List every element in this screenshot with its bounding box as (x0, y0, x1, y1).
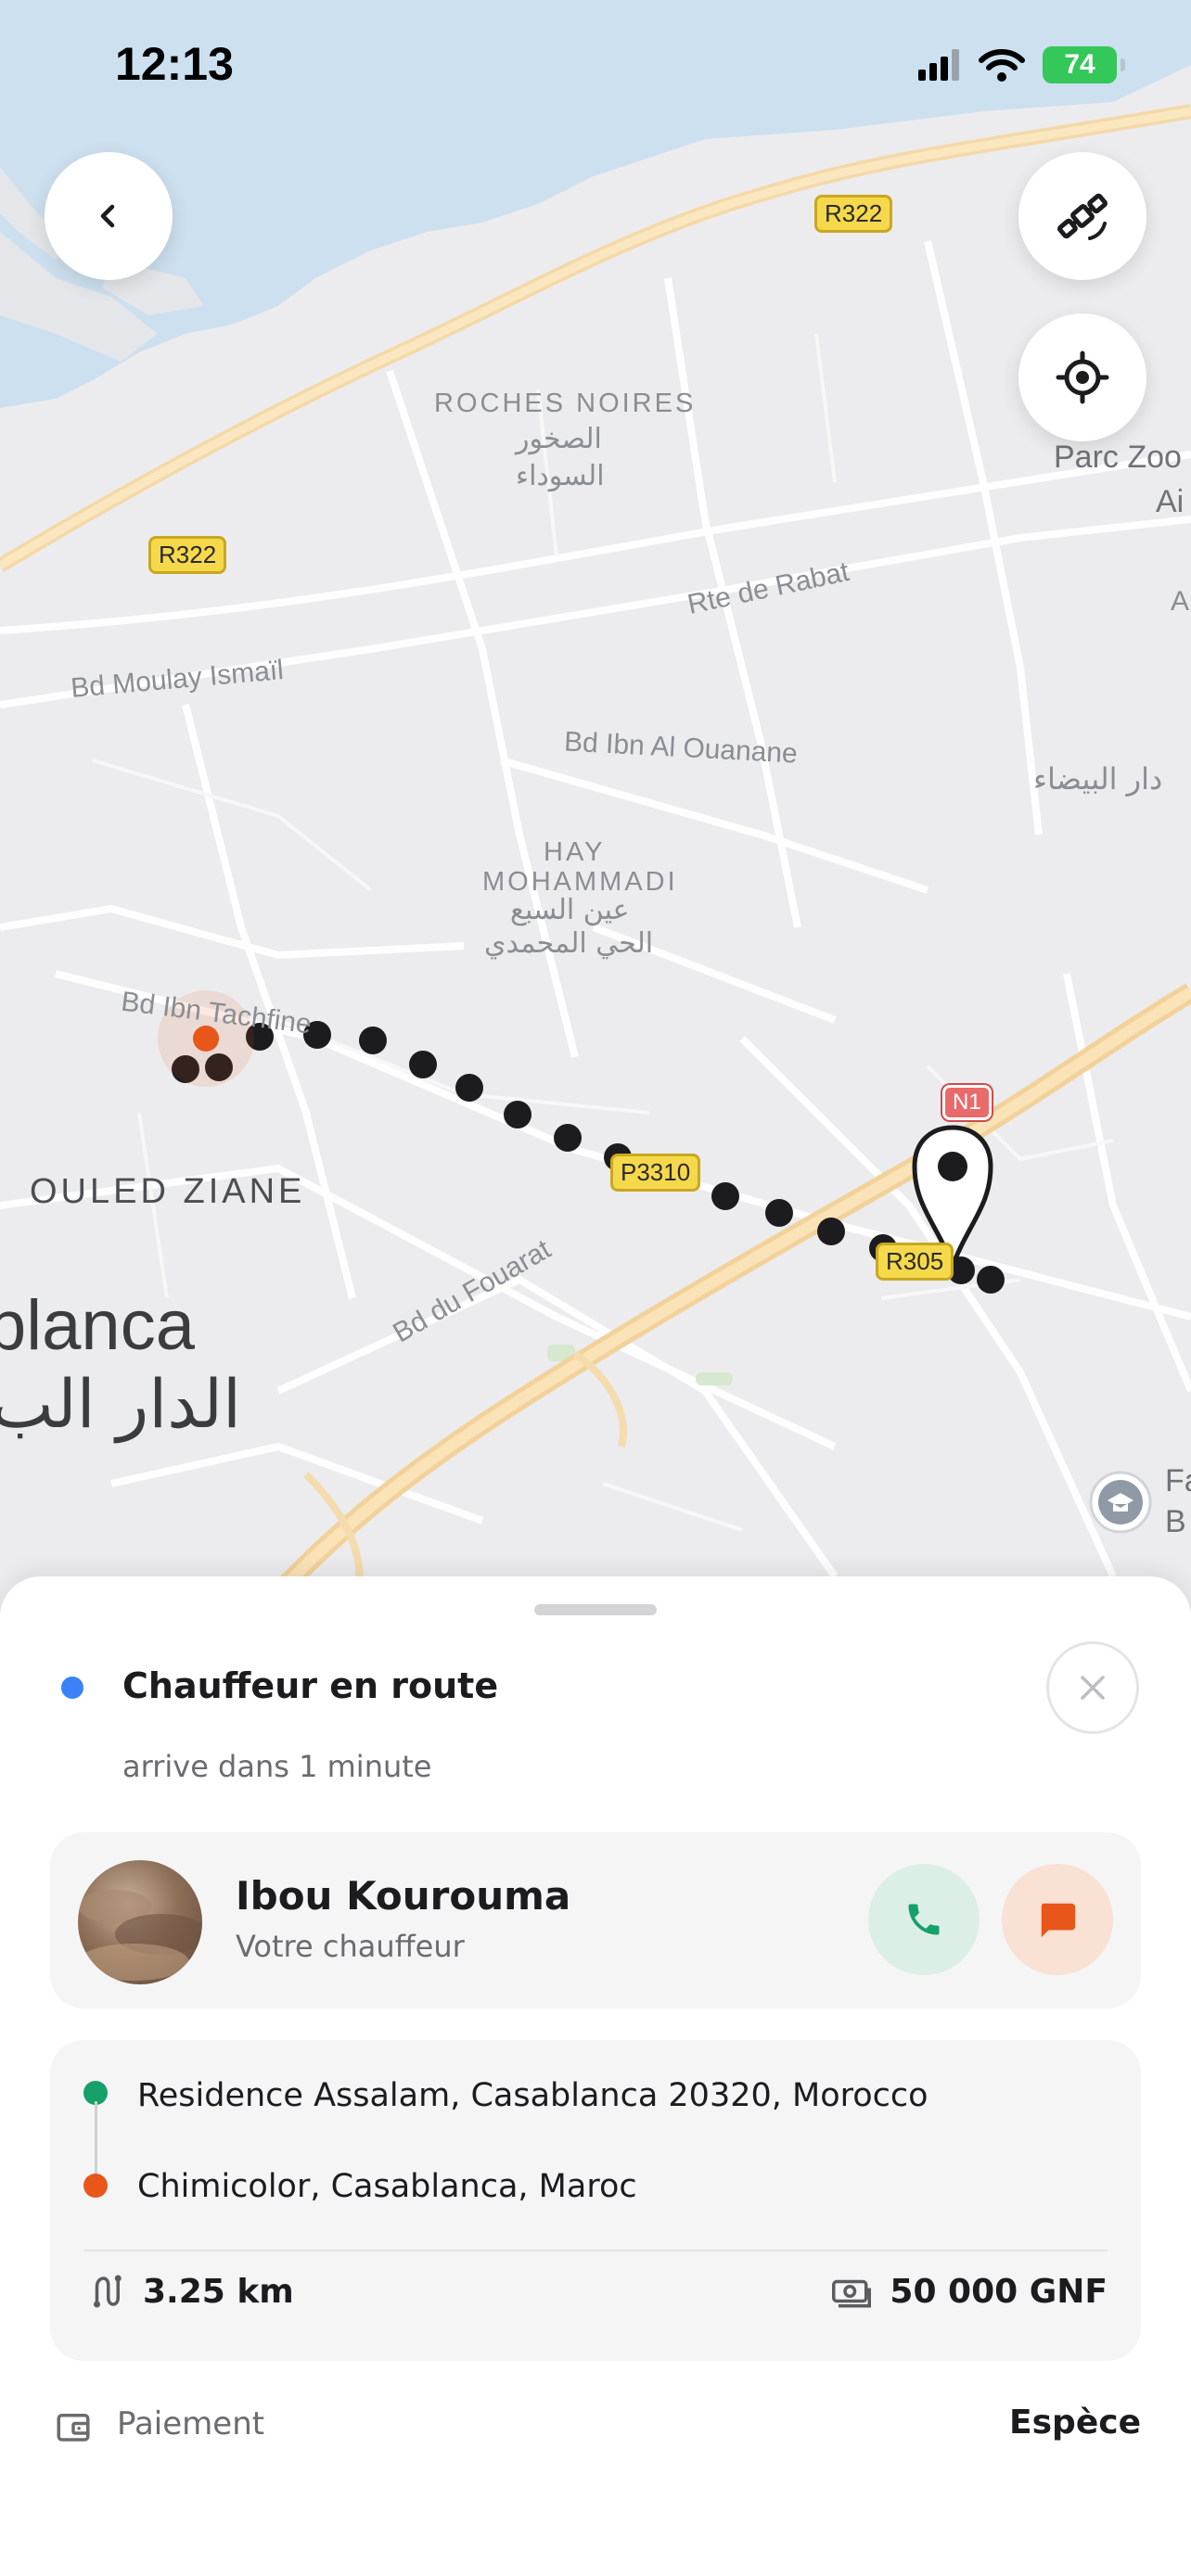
sheet-drag-handle[interactable] (534, 1604, 657, 1615)
district-label-ar: الحي المحمدي (484, 927, 654, 960)
city-label-ar: الدار الب (0, 1365, 242, 1443)
back-button[interactable] (45, 152, 173, 280)
road-shield: R322 (814, 195, 893, 233)
ride-status-subtitle: arrive dans 1 minute (122, 1749, 432, 1784)
driver-avatar (78, 1860, 202, 1984)
wallet-icon (57, 2414, 90, 2442)
status-time: 12:13 (115, 38, 234, 90)
payment-method-value: Espèce (1009, 2404, 1141, 2442)
divider (83, 2250, 1108, 2251)
back-chevron-icon (100, 204, 115, 228)
driver-card: Ibou Kourouma Votre chauffeur (50, 1832, 1141, 2009)
close-icon (1081, 1676, 1105, 1700)
poi-label: Fa (1165, 1463, 1191, 1498)
call-driver-button[interactable] (868, 1864, 980, 1975)
payment-label: Paiement (117, 2405, 265, 2442)
cash-icon (832, 2279, 872, 2308)
trip-details-card: Residence Assalam, Casablanca 20320, Mor… (50, 2040, 1141, 2361)
district-label: ROCHES NOIRES (434, 389, 697, 418)
district-label: A (1171, 586, 1190, 617)
trip-price-value: 50 000 GNF (890, 2272, 1108, 2311)
school-icon (1089, 1471, 1152, 1534)
district-label: HAY (544, 837, 606, 867)
wifi-icon (979, 49, 1025, 82)
district-label: OULED ZIANE (30, 1172, 306, 1211)
city-label: blanca (0, 1286, 195, 1365)
district-label: MOHAMMADI (482, 867, 678, 897)
cancel-ride-button[interactable] (1046, 1641, 1139, 1734)
district-label-ar: الصخور (516, 423, 602, 455)
district-label-ar: دار البيضاء (1033, 761, 1163, 797)
locate-icon (1056, 351, 1109, 404)
dropoff-address: Chimicolor, Casablanca, Maroc (137, 2168, 637, 2205)
chat-bubble-icon (1041, 1903, 1076, 1938)
satellite-icon (1057, 193, 1108, 240)
phone-icon (908, 1904, 940, 1935)
payment-method-row[interactable]: Paiement Espèce (54, 2394, 1141, 2459)
road-shield: P3310 (610, 1154, 701, 1192)
road-shield: R305 (876, 1243, 954, 1281)
ride-status-sheet: Chauffeur en route arrive dans 1 minute … (0, 1576, 1191, 2576)
road-shield: N1 (942, 1085, 992, 1120)
driver-name: Ibou Kourouma (236, 1873, 571, 1919)
cellular-signal-icon (918, 49, 959, 81)
poi-label: B (1165, 1504, 1186, 1539)
road-shield: R322 (148, 536, 227, 574)
map-view[interactable]: Bd Moulay Ismaïl Rte de Rabat Bd Ibn Al … (0, 0, 1191, 1613)
ride-status-title: Chauffeur en route (122, 1665, 499, 1706)
poi-label: Ai (1156, 484, 1185, 519)
dropoff-marker (83, 2174, 108, 2198)
poi-label: Parc Zoo (1054, 440, 1182, 475)
driver-role: Votre chauffeur (236, 1929, 465, 1964)
locate-me-button[interactable] (1018, 313, 1146, 441)
pickup-address: Residence Assalam, Casablanca 20320, Mor… (137, 2077, 928, 2114)
route-distance-icon (94, 2275, 122, 2308)
trip-price: 50 000 GNF (830, 2272, 1108, 2311)
status-indicator-dot (61, 1677, 83, 1699)
trip-distance: 3.25 km (87, 2272, 294, 2311)
status-bar: 12:13 74 (0, 0, 1191, 130)
status-icons: 74 (918, 46, 1125, 83)
battery-icon: 74 (1043, 46, 1125, 83)
district-label-ar: عين السبع (510, 894, 630, 926)
district-label-ar: السوداء (516, 460, 605, 492)
message-driver-button[interactable] (1002, 1864, 1113, 1975)
trip-distance-value: 3.25 km (143, 2272, 294, 2311)
battery-level: 74 (1064, 49, 1095, 80)
satellite-view-button[interactable] (1018, 152, 1146, 280)
